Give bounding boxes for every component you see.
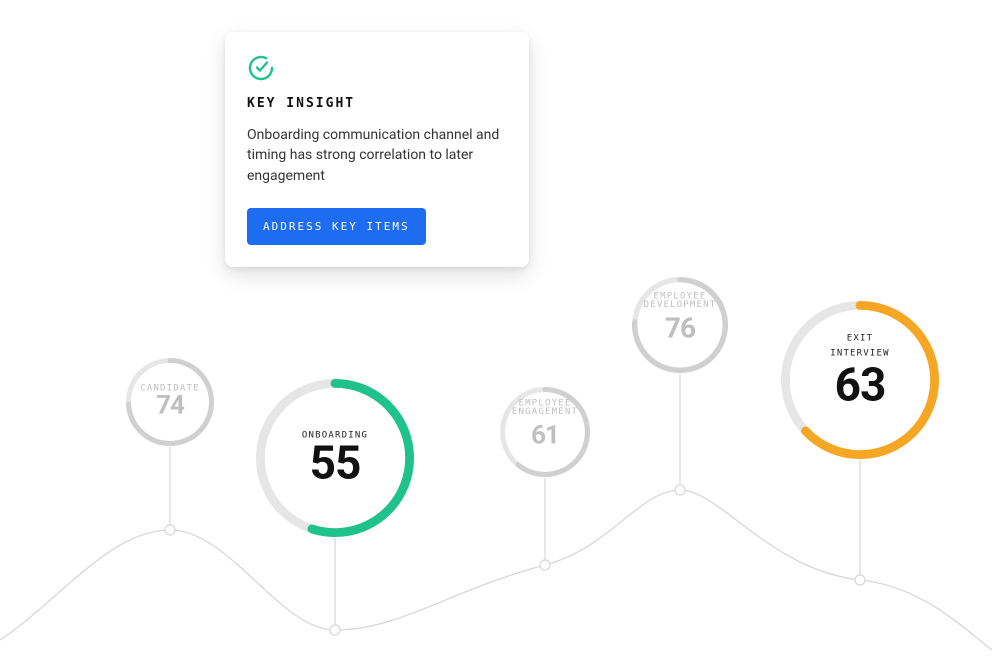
gauge-ring-engagement: EMPLOYEEENGAGEMENT 61 <box>499 386 591 478</box>
gauge-onboarding: ONBOARDING55 <box>255 378 415 538</box>
gauge-engagement: EMPLOYEEENGAGEMENT 61 <box>499 386 591 478</box>
checkmark-circle-icon <box>247 54 507 86</box>
gauge-value-development: 76 <box>665 312 696 345</box>
gauge-ring-candidate: CANDIDATE74 <box>125 357 215 447</box>
insight-body: Onboarding communication channel and tim… <box>247 125 507 186</box>
address-key-items-button[interactable]: ADDRESS KEY ITEMS <box>247 208 426 245</box>
gauge-value-engagement: 61 <box>531 421 559 451</box>
gauge-value-candidate: 74 <box>156 391 185 421</box>
insight-card: KEY INSIGHT Onboarding communication cha… <box>225 32 529 267</box>
gauge-development: EMPLOYEEDEVELOPMENT 76 <box>631 276 729 374</box>
insight-title: KEY INSIGHT <box>247 96 507 111</box>
gauge-ring-exit: EXITINTERVIEW63 <box>780 300 940 460</box>
gauge-value-onboarding: 55 <box>310 437 361 491</box>
gauge-label-engagement: EMPLOYEEENGAGEMENT <box>512 398 578 417</box>
gauge-ring-onboarding: ONBOARDING55 <box>255 378 415 538</box>
gauge-value-exit: 63 <box>835 359 886 413</box>
gauge-candidate: CANDIDATE74 <box>125 357 215 447</box>
gauge-label-development: EMPLOYEEDEVELOPMENT <box>644 291 717 310</box>
gauge-ring-development: EMPLOYEEDEVELOPMENT 76 <box>631 276 729 374</box>
gauge-exit: EXITINTERVIEW63 <box>780 300 940 460</box>
